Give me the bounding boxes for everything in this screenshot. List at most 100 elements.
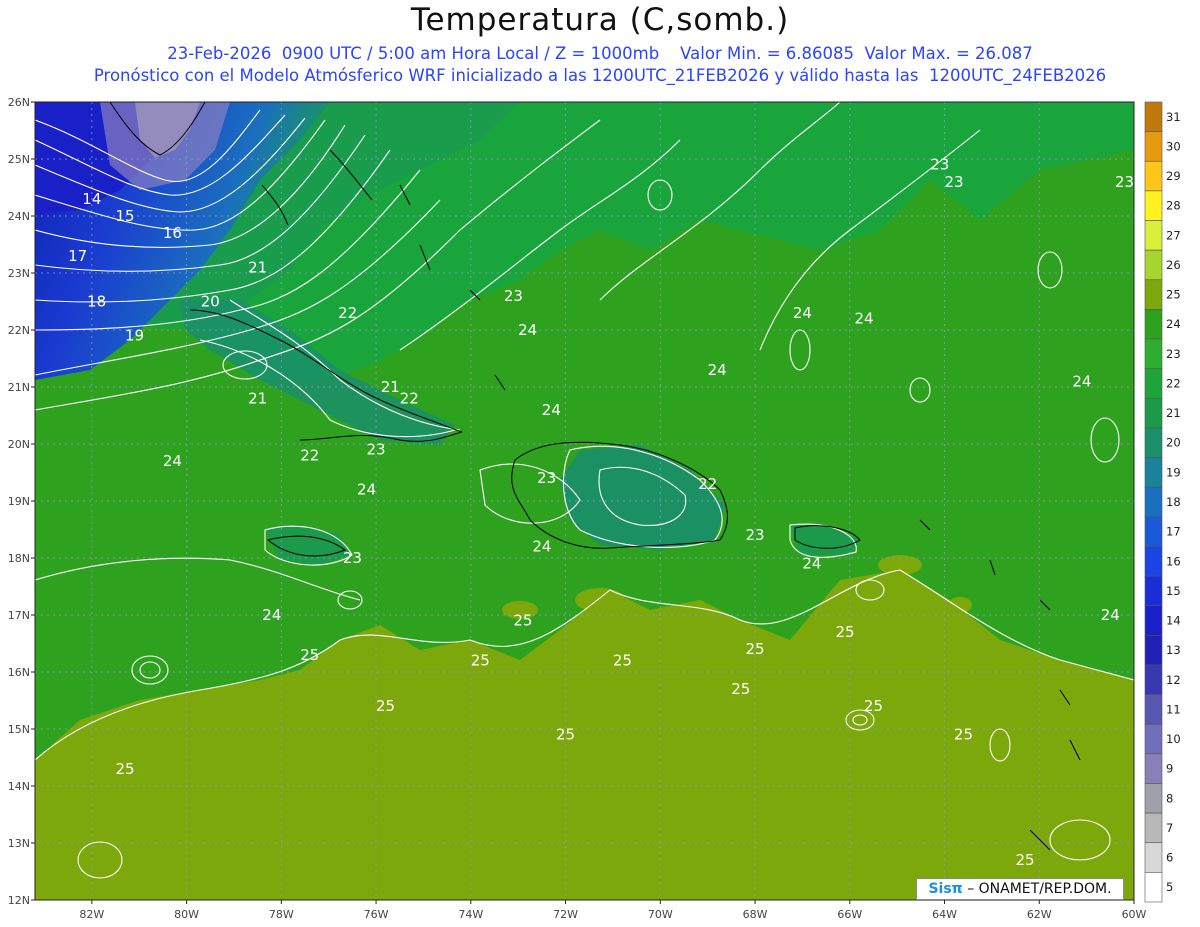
colorbar-label: 16	[1166, 554, 1181, 568]
colorbar-swatch	[1144, 220, 1163, 251]
lat-label: 24N	[8, 210, 30, 223]
contour-label: 21	[248, 389, 267, 407]
contour-label: 22	[698, 475, 717, 493]
contour-label: 25	[864, 697, 883, 715]
contour-label: 25	[115, 760, 134, 778]
contour-label: 19	[125, 327, 144, 345]
contour-label: 23	[944, 173, 963, 191]
colorbar-swatch	[1144, 664, 1163, 695]
colorbar-label: 9	[1166, 762, 1173, 776]
contour-label: 15	[115, 207, 134, 225]
contour-label: 21	[381, 378, 400, 396]
contour-label: 14	[82, 190, 101, 208]
colorbar-swatch	[1144, 635, 1163, 666]
subtitle-model-info: Pronóstico con el Modelo Atmósferico WRF…	[93, 66, 1107, 85]
colorbar-swatch	[1144, 842, 1163, 873]
contour-label: 24	[1072, 372, 1091, 390]
contour-label: 23	[537, 469, 556, 487]
contour-label: 25	[731, 680, 750, 698]
colorbar-label: 27	[1166, 228, 1181, 242]
lat-label: 14N	[8, 780, 30, 793]
lon-label: 76W	[364, 908, 389, 921]
contour-label: 17	[68, 247, 87, 265]
contour-label: 22	[338, 304, 357, 322]
colorbar-swatch	[1144, 190, 1163, 221]
longitude-axis: 82W 80W 78W 76W 74W 72W 70W 68W 66W 64W 62W 60W	[79, 900, 1147, 921]
lon-label: 72W	[553, 908, 578, 921]
subtitle-time-and-range: 23-Feb-2026 0900 UTC / 5:00 am Hora Loca…	[167, 44, 1033, 63]
contour-label: 25	[556, 726, 575, 744]
colorbar-label: 29	[1166, 169, 1181, 183]
contour-label: 18	[87, 293, 106, 311]
colorbar-label: 31	[1166, 110, 1181, 124]
colorbar-swatch	[1144, 605, 1163, 636]
colorbar-swatch	[1144, 783, 1163, 814]
colorbar-label: 22	[1166, 376, 1181, 390]
colorbar-swatch	[1144, 397, 1163, 429]
colorbar-swatch	[1144, 575, 1163, 607]
colorbar-label: 11	[1166, 702, 1181, 716]
map-title: Temperatura (C,somb.)	[410, 2, 790, 38]
contour-label: 23	[930, 156, 949, 174]
contour-label: 22	[400, 389, 419, 407]
contour-label: 24	[163, 452, 182, 470]
contour-label: 25	[745, 640, 764, 658]
lon-label: 62W	[1027, 908, 1052, 921]
colorbar-label: 18	[1166, 495, 1181, 509]
lon-label: 74W	[458, 908, 483, 921]
colorbar-swatch	[1144, 546, 1163, 577]
colorbar-swatch	[1144, 694, 1163, 725]
lon-label: 60W	[1122, 908, 1147, 921]
colorbar-label: 20	[1166, 436, 1181, 450]
lat-label: 17N	[8, 609, 30, 622]
contour-label: 21	[248, 258, 267, 276]
colorbar-swatch	[1144, 486, 1163, 518]
contour-label: 24	[708, 361, 727, 379]
contour-label: 25	[954, 726, 973, 744]
lat-label: 20N	[8, 438, 30, 451]
contour-label: 16	[163, 224, 182, 242]
credit-box: Sisπ – ONAMET/REP.DOM.	[916, 878, 1124, 900]
colorbar-swatch	[1144, 101, 1163, 132]
contour-label: 24	[542, 401, 561, 419]
colorbar-label: 17	[1166, 525, 1181, 539]
colorbar-label: 7	[1166, 821, 1173, 835]
lat-label: 12N	[8, 894, 30, 907]
lat-label: 23N	[8, 267, 30, 280]
colorbar-swatch	[1144, 872, 1163, 903]
lon-label: 80W	[174, 908, 199, 921]
lat-label: 21N	[8, 381, 30, 394]
contour-label: 24	[802, 555, 821, 573]
colorbar-label: 21	[1166, 406, 1181, 420]
latitude-axis: 26N 25N 24N 23N 22N 21N 20N 19N 18N 17N 16N 15N 14N 1…	[8, 96, 35, 907]
colorbar-label: 19	[1166, 465, 1181, 479]
lat-label: 13N	[8, 837, 30, 850]
colorbar-swatch	[1144, 249, 1163, 281]
colorbar-label: 6	[1166, 851, 1173, 865]
contour-label: 24	[518, 321, 537, 339]
contour-label: 25	[1016, 851, 1035, 869]
colorbar-swatch	[1144, 338, 1163, 369]
colorbar-label: 25	[1166, 288, 1181, 302]
lat-label: 25N	[8, 153, 30, 166]
lon-label: 82W	[79, 908, 104, 921]
map-plot-area: 14151617181920212121222222 23232323232323…	[35, 102, 1134, 900]
colorbar-label: 23	[1166, 347, 1181, 361]
contour-label: 23	[1115, 173, 1134, 191]
colorbar: 31 30 29 28 27 26 25 24 23 22 21 20 19 18 17 16 15 14 13 12…	[1144, 101, 1181, 903]
credit-text: – ONAMET/REP.DOM.	[962, 881, 1112, 897]
colorbar-label: 15	[1166, 584, 1181, 598]
colorbar-label: 12	[1166, 673, 1181, 687]
contour-label: 25	[376, 697, 395, 715]
colorbar-label: 8	[1166, 791, 1173, 805]
contour-label: 20	[201, 293, 220, 311]
sispi-logo: Sisπ	[928, 881, 963, 897]
colorbar-label: 26	[1166, 258, 1181, 272]
lon-label: 66W	[837, 908, 862, 921]
lat-label: 15N	[8, 723, 30, 736]
colorbar-label: 28	[1166, 199, 1181, 213]
contour-label: 25	[513, 612, 532, 630]
colorbar-swatch	[1144, 427, 1163, 458]
colorbar-swatch	[1144, 160, 1163, 192]
contour-label: 24	[793, 304, 812, 322]
